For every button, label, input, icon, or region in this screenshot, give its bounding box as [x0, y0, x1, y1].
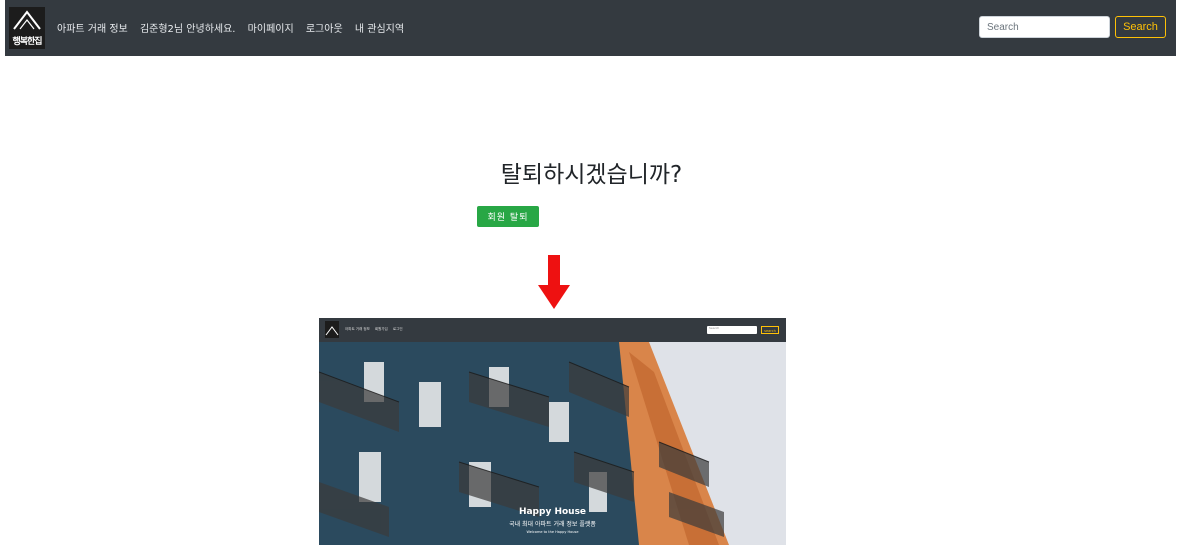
- house-roof-icon: [13, 10, 41, 30]
- preview-search-button: search: [761, 326, 779, 334]
- preview-navbar: 아파트 거래 정보 회원가입 로그인 Search search: [319, 318, 786, 342]
- nav-link-apt-deals[interactable]: 아파트 거래 정보: [57, 24, 128, 35]
- preview-welcome: Welcome to the Happy House: [526, 530, 579, 534]
- preview-nav-link: 로그인: [392, 327, 403, 331]
- preview-logo: [325, 321, 339, 338]
- preview-nav-links: 아파트 거래 정보 회원가입 로그인: [345, 327, 407, 332]
- search-input[interactable]: [979, 16, 1110, 38]
- withdraw-button[interactable]: 회원 탈퇴: [477, 206, 539, 227]
- preview-search-input: Search: [707, 326, 757, 334]
- search-button[interactable]: Search: [1115, 16, 1166, 38]
- nav-links: 아파트 거래 정보 김준형2님 안녕하세요. 마이페이지 로그아웃 내 관심지역: [57, 20, 413, 35]
- preview-subtitle: 국내 최대 아파트 거래 정보 플랫폼: [509, 521, 596, 528]
- preview-house-icon: [325, 326, 339, 336]
- preview-nav-link: 회원가입: [374, 327, 388, 331]
- logo-text: 행복한집: [12, 37, 42, 47]
- preview-nav-link: 아파트 거래 정보: [345, 327, 370, 331]
- withdraw-question: 탈퇴하시겠습니까?: [500, 162, 683, 188]
- nav-link-interest-area[interactable]: 내 관심지역: [355, 24, 404, 35]
- nav-link-mypage[interactable]: 마이페이지: [248, 24, 294, 35]
- nav-link-logout[interactable]: 로그아웃: [306, 24, 343, 35]
- down-arrow-icon: [538, 255, 570, 309]
- nav-link-greeting[interactable]: 김준형2님 안녕하세요.: [140, 24, 236, 35]
- main-page-preview-image: 아파트 거래 정보 회원가입 로그인 Search search Happy H…: [319, 318, 786, 545]
- preview-title: Happy House: [518, 507, 587, 517]
- happy-house-logo[interactable]: 행복한집: [9, 7, 45, 49]
- top-navbar: 행복한집 아파트 거래 정보 김준형2님 안녕하세요. 마이페이지 로그아웃 내…: [5, 0, 1176, 56]
